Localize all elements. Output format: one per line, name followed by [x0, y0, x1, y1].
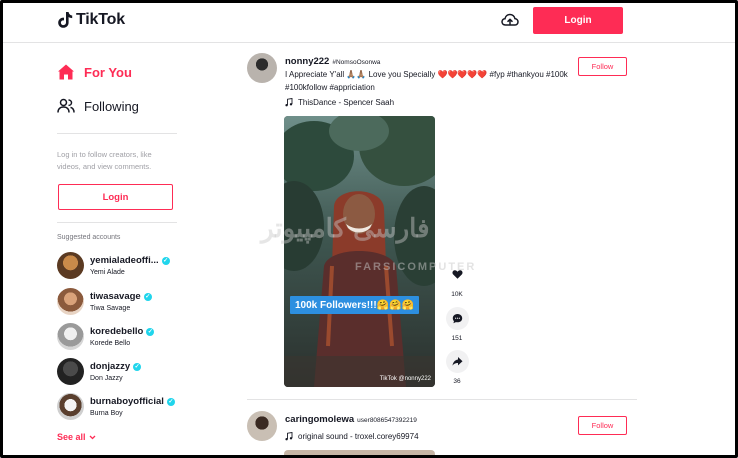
video-caption-overlay: 100k Followers!!!🤗🤗🤗 [290, 296, 420, 314]
share-button[interactable] [445, 350, 469, 373]
account-display-name: Don Jazzy [90, 375, 123, 382]
verified-badge-icon: ✓ [133, 362, 142, 371]
share-icon [452, 357, 462, 366]
verified-badge-icon: ✓ [143, 292, 152, 301]
watermark-text: فارسی کامپیوتر [261, 213, 430, 243]
cloud-upload-icon[interactable] [501, 12, 519, 28]
suggested-account[interactable]: koredebello ✓ Korede Bello [57, 323, 155, 350]
post-author[interactable]: caringomolewa user8086547392219 [285, 414, 417, 425]
account-username-text: yemialadeoffi... [90, 255, 159, 266]
video-watermark: TikTok @nonny222 [379, 376, 431, 382]
post-music-title: original sound - troxel.corey69974 [298, 432, 419, 441]
post-username: caringomolewa [285, 414, 355, 425]
see-all-link[interactable]: See all [57, 432, 96, 442]
follow-button[interactable]: Follow [578, 57, 627, 76]
account-username: donjazzy ✓ [90, 361, 142, 372]
verified-badge-icon: ✓ [161, 256, 170, 265]
avatar [57, 358, 84, 385]
post-music[interactable]: ThisDance - Spencer Saah [285, 98, 394, 107]
account-display-name: Korede Bello [90, 340, 131, 347]
browser-frame: TikTok Login For You Following Log in to… [0, 0, 738, 458]
post-author-avatar[interactable] [247, 411, 277, 441]
account-username-text: tiwasavage [90, 291, 141, 302]
music-note-icon [285, 432, 293, 441]
music-note-icon [285, 98, 293, 107]
top-header: TikTok Login [3, 3, 735, 43]
comment-count: 151 [451, 335, 463, 342]
avatar [57, 393, 84, 420]
see-all-label: See all [57, 432, 86, 442]
avatar [57, 252, 84, 279]
video-player[interactable] [284, 450, 435, 455]
video-player[interactable]: 100k Followers!!!🤗🤗🤗 TikTok @nonny222 [284, 116, 435, 387]
account-username: koredebello ✓ [90, 326, 155, 337]
account-display-name: Burna Boy [90, 410, 123, 417]
like-count: 10K [451, 291, 463, 298]
avatar [57, 288, 84, 315]
login-hint-text: Log in to follow creators, like videos, … [57, 150, 152, 171]
follow-button[interactable]: Follow [578, 416, 627, 435]
account-username-text: donjazzy [90, 361, 131, 372]
comment-icon [452, 314, 462, 324]
comment-button[interactable] [445, 307, 469, 330]
sidebar-divider [57, 222, 177, 223]
sidebar-login-button[interactable]: Login [58, 184, 173, 210]
share-action[interactable]: 36 [444, 350, 470, 385]
suggested-account[interactable]: burnaboyofficial ✓ Burna Boy [57, 393, 175, 420]
sidebar: For You Following Log in to follow creat… [57, 43, 179, 455]
watermark-subtext: FARSICOMPUTER [355, 261, 477, 273]
suggested-accounts-title: Suggested accounts [57, 234, 121, 241]
sidebar-divider [57, 133, 177, 134]
account-username: burnaboyofficial ✓ [90, 396, 175, 407]
account-display-name: Tiwa Savage [90, 305, 131, 312]
nav-following[interactable]: Following [57, 97, 139, 115]
account-username: tiwasavage ✓ [90, 291, 152, 302]
nav-for-you-label: For You [84, 64, 132, 80]
home-icon [58, 64, 74, 80]
video-frame [284, 116, 435, 387]
tiktok-note-icon [58, 12, 73, 28]
comment-action[interactable]: 151 [444, 307, 470, 342]
avatar [57, 323, 84, 350]
account-display-name: Yemi Alade [90, 269, 125, 276]
verified-badge-icon: ✓ [166, 397, 175, 406]
post-music[interactable]: original sound - troxel.corey69974 [285, 432, 419, 441]
post-caption: I Appreciate Y'all 🙏🏽🙏🏽 Love you Special… [285, 70, 568, 92]
chevron-down-icon [89, 435, 95, 439]
nav-for-you[interactable]: For You [57, 63, 132, 81]
post-music-title: ThisDance - Spencer Saah [298, 98, 395, 107]
post-nickname: user8086547392219 [357, 417, 417, 424]
header-login-button[interactable]: Login [533, 7, 623, 34]
share-count: 36 [453, 378, 461, 385]
post-nickname: #NomsoOsonwa [332, 59, 381, 66]
post-divider [247, 399, 637, 400]
post-author-avatar[interactable] [247, 53, 277, 83]
account-username: yemialadeoffi... ✓ [90, 255, 170, 266]
post-author[interactable]: nonny222 #NomsoOsonwa [285, 56, 380, 67]
suggested-account[interactable]: donjazzy ✓ Don Jazzy [57, 358, 142, 385]
nav-following-label: Following [84, 98, 139, 114]
suggested-account[interactable]: yemialadeoffi... ✓ Yemi Alade [57, 252, 170, 279]
post-username: nonny222 [285, 56, 330, 67]
suggested-account[interactable]: tiwasavage ✓ Tiwa Savage [57, 288, 152, 315]
verified-badge-icon: ✓ [146, 327, 155, 336]
account-username-text: burnaboyofficial [90, 396, 164, 407]
people-icon [57, 98, 75, 113]
logo-text: TikTok [76, 11, 125, 28]
account-username-text: koredebello [90, 326, 144, 337]
tiktok-logo[interactable]: TikTok [57, 11, 125, 29]
